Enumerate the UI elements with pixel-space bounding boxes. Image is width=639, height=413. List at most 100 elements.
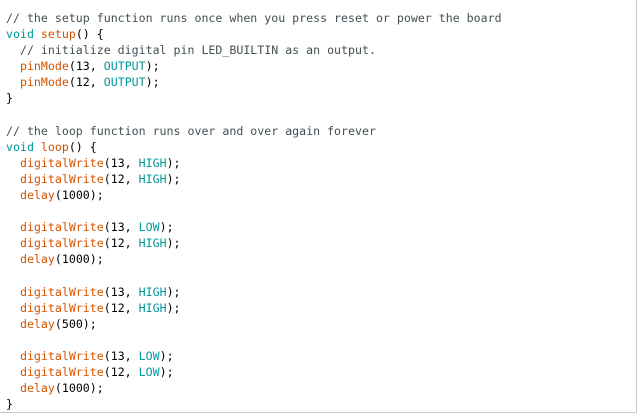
- code-token-kw-const: LOW: [138, 348, 160, 363]
- code-token-plain: (13,: [68, 59, 104, 74]
- code-token-plain: (1000);: [54, 252, 104, 267]
- code-token-kw-const: OUTPUT: [103, 75, 146, 90]
- code-token-kw-func: pinMode: [19, 75, 69, 90]
- code-token-kw-func: digitalWrite: [19, 365, 104, 380]
- code-token-kw-func: delay: [19, 252, 55, 267]
- code-line: // the setup function runs once when you…: [6, 10, 636, 26]
- code-token-plain: (12,: [103, 300, 139, 315]
- code-token-plain: (12,: [103, 236, 139, 251]
- code-token-plain: (13,: [103, 348, 139, 363]
- code-token-kw-func: digitalWrite: [19, 236, 104, 251]
- code-token-plain: );: [166, 300, 181, 315]
- code-line: pinMode(12, OUTPUT);: [6, 74, 636, 90]
- code-token-plain: );: [159, 220, 174, 235]
- code-token-comment: // the loop function runs over and over …: [6, 123, 376, 138]
- code-token-kw-const: HIGH: [138, 155, 167, 170]
- code-line: digitalWrite(13, LOW);: [6, 219, 636, 235]
- code-line: digitalWrite(13, HIGH);: [6, 284, 636, 300]
- code-line: }: [6, 90, 636, 106]
- code-line: digitalWrite(12, HIGH);: [6, 300, 636, 316]
- code-token-plain: (12,: [103, 171, 139, 186]
- code-token-comment: // the setup function runs once when you…: [6, 11, 502, 25]
- code-line: digitalWrite(12, LOW);: [6, 364, 636, 380]
- code-token-plain: (1000);: [54, 188, 104, 203]
- code-token-kw-func: pinMode: [19, 59, 69, 74]
- code-token-plain: );: [166, 284, 181, 299]
- code-line: delay(1000);: [6, 251, 636, 267]
- code-line: // the loop function runs over and over …: [6, 123, 636, 139]
- code-token-kw-const: HIGH: [138, 284, 167, 299]
- code-token-kw-func: digitalWrite: [19, 284, 104, 299]
- code-token-kw-func: delay: [19, 188, 55, 203]
- code-line: digitalWrite(13, LOW);: [6, 348, 636, 364]
- code-token-kw-const: LOW: [138, 220, 160, 235]
- code-line: ​: [6, 107, 636, 123]
- code-token-kw-const: HIGH: [138, 171, 167, 186]
- code-token-plain: (13,: [103, 220, 139, 235]
- code-token-plain: );: [166, 171, 181, 186]
- code-token-kw-func: delay: [19, 381, 55, 396]
- code-token-plain: );: [145, 59, 160, 74]
- code-token-plain: () {: [75, 27, 104, 42]
- code-token-plain: (13,: [103, 155, 139, 170]
- code-token-plain: (500);: [54, 316, 97, 331]
- code-token-plain: );: [159, 348, 174, 363]
- code-token-kw-func: loop: [40, 139, 69, 154]
- code-line: delay(500);: [6, 316, 636, 332]
- code-line: delay(1000);: [6, 187, 636, 203]
- code-line: }: [6, 396, 636, 412]
- code-token-plain: () {: [68, 139, 97, 154]
- code-line: ​: [6, 332, 636, 348]
- code-line: pinMode(13, OUTPUT);: [6, 58, 636, 74]
- code-token-kw-func: digitalWrite: [19, 155, 104, 170]
- code-token-kw-func: delay: [19, 316, 55, 331]
- code-line: ​: [6, 268, 636, 284]
- code-token-plain: );: [166, 155, 181, 170]
- code-line: delay(1000);: [6, 380, 636, 396]
- code-line: void setup() {: [6, 26, 636, 42]
- code-token-plain: (13,: [103, 284, 139, 299]
- code-token-plain: (1000);: [54, 381, 104, 396]
- code-token-plain: }: [6, 91, 13, 106]
- code-token-plain: );: [159, 365, 174, 380]
- code-line: digitalWrite(13, HIGH);: [6, 155, 636, 171]
- code-token-kw-const: LOW: [138, 365, 160, 380]
- code-line: void loop() {: [6, 139, 636, 155]
- code-token-kw-func: setup: [40, 27, 76, 42]
- code-token-kw-func: digitalWrite: [19, 300, 104, 315]
- code-token-kw-type: void: [6, 27, 34, 42]
- code-line: ​: [6, 203, 636, 219]
- code-token-plain: }: [6, 397, 13, 412]
- code-token-plain: );: [166, 236, 181, 251]
- code-token-kw-func: digitalWrite: [19, 348, 104, 363]
- code-token-kw-func: digitalWrite: [19, 171, 104, 186]
- code-token-kw-type: void: [6, 139, 34, 154]
- code-token-comment: // initialize digital pin LED_BUILTIN as…: [6, 43, 376, 58]
- code-line: digitalWrite(12, HIGH);: [6, 235, 636, 251]
- code-editor[interactable]: // the setup function runs once when you…: [0, 0, 637, 413]
- code-token-kw-const: OUTPUT: [103, 59, 146, 74]
- code-token-plain: );: [145, 75, 160, 90]
- code-token-kw-const: HIGH: [138, 236, 167, 251]
- code-token-plain: (12,: [68, 75, 104, 90]
- code-line: // initialize digital pin LED_BUILTIN as…: [6, 42, 636, 58]
- code-token-kw-const: HIGH: [138, 300, 167, 315]
- code-line: digitalWrite(12, HIGH);: [6, 171, 636, 187]
- code-token-kw-func: digitalWrite: [19, 220, 104, 235]
